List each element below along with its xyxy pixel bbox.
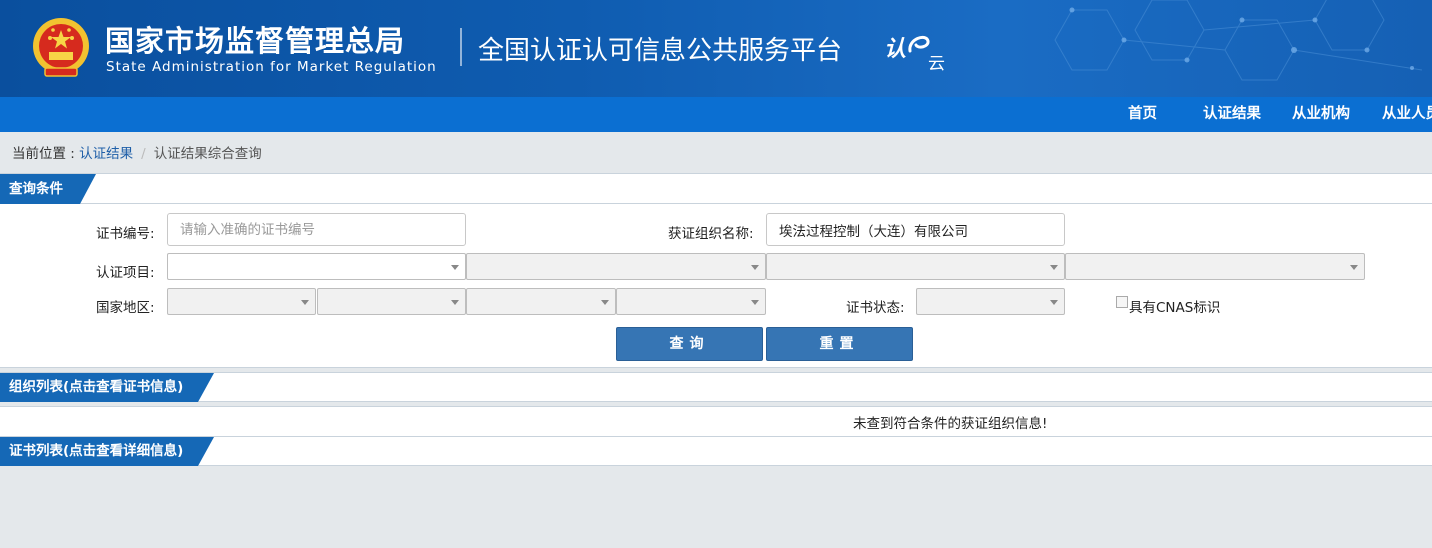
national-emblem-icon: [33, 18, 89, 77]
nav-item-institutions[interactable]: 从业机构: [1292, 97, 1350, 132]
breadcrumb-prefix: 当前位置 :: [12, 146, 80, 162]
breadcrumb-separator: /: [141, 146, 146, 162]
chevron-down-icon: [751, 300, 759, 305]
nav-item-home[interactable]: 首页: [1128, 97, 1157, 132]
nav-item-cert-results[interactable]: 认证结果: [1203, 97, 1261, 132]
cert-item-label: 认证项目:: [96, 265, 155, 281]
region-select-1[interactable]: [167, 288, 316, 315]
org-list-panel: 组织列表(点击查看证书信息): [0, 372, 1432, 402]
query-panel-header: 查询条件: [0, 174, 1432, 204]
logo-text-2: 云: [928, 54, 945, 74]
network-pattern-decoration: [1054, 0, 1423, 81]
header-divider: [460, 28, 462, 66]
chevron-down-icon: [751, 265, 759, 270]
platform-title: 全国认证认可信息公共服务平台: [478, 36, 843, 66]
cnas-checkbox[interactable]: [1116, 296, 1128, 308]
org-list-header: 组织列表(点击查看证书信息): [0, 373, 1432, 402]
region-label: 国家地区:: [96, 300, 155, 316]
logo-text-1: 认: [884, 37, 907, 62]
status-label: 证书状态:: [846, 300, 905, 316]
org-name-cn: 国家市场监督管理总局: [105, 24, 406, 58]
breadcrumb: 当前位置 : 认证结果 / 认证结果综合查询: [12, 142, 262, 162]
query-panel: 查询条件 证书编号: 获证组织名称: 认证项目: 国家地区: 证书状态: 具有C…: [0, 173, 1432, 368]
org-list-body: [0, 406, 1432, 436]
cert-list-header: 证书列表(点击查看详细信息): [0, 437, 1432, 466]
cert-item-select-3[interactable]: [766, 253, 1065, 280]
site-header: 国家市场监督管理总局 State Administration for Mark…: [0, 0, 1432, 97]
chevron-down-icon: [1050, 300, 1058, 305]
breadcrumb-current: 认证结果综合查询: [153, 146, 262, 162]
chevron-down-icon: [451, 265, 459, 270]
main-nav: 首页 认证结果 从业机构 从业人员: [0, 97, 1432, 132]
region-select-3[interactable]: [466, 288, 616, 315]
status-select[interactable]: [916, 288, 1065, 315]
region-select-2[interactable]: [317, 288, 466, 315]
org-name-en: State Administration for Market Regulati…: [106, 59, 437, 75]
org-name-input[interactable]: [766, 213, 1065, 246]
reset-button[interactable]: 重置: [766, 327, 913, 361]
search-button[interactable]: 查询: [616, 327, 763, 361]
query-panel-title: 查询条件: [9, 181, 63, 197]
cert-item-select-1[interactable]: [167, 253, 466, 280]
cnas-label: 具有CNAS标识: [1129, 300, 1221, 316]
chevron-down-icon: [1050, 265, 1058, 270]
region-select-4[interactable]: [616, 288, 766, 315]
empty-result-message: 未查到符合条件的获证组织信息!: [853, 416, 1048, 432]
platform-logo: 认 云: [884, 31, 950, 74]
org-name-label: 获证组织名称:: [668, 226, 754, 242]
chevron-down-icon: [301, 300, 309, 305]
cert-no-input[interactable]: [167, 213, 466, 246]
chevron-down-icon: [601, 300, 609, 305]
chevron-down-icon: [451, 300, 459, 305]
cert-item-select-2[interactable]: [466, 253, 766, 280]
nav-item-personnel[interactable]: 从业人员: [1382, 97, 1432, 132]
cert-item-select-4[interactable]: [1065, 253, 1365, 280]
chevron-down-icon: [1350, 265, 1358, 270]
cert-list-title: 证书列表(点击查看详细信息): [9, 443, 184, 459]
breadcrumb-link[interactable]: 认证结果: [79, 146, 133, 162]
cert-no-label: 证书编号:: [96, 226, 155, 242]
org-list-title: 组织列表(点击查看证书信息): [9, 379, 184, 395]
cert-list-panel: 证书列表(点击查看详细信息): [0, 436, 1432, 466]
